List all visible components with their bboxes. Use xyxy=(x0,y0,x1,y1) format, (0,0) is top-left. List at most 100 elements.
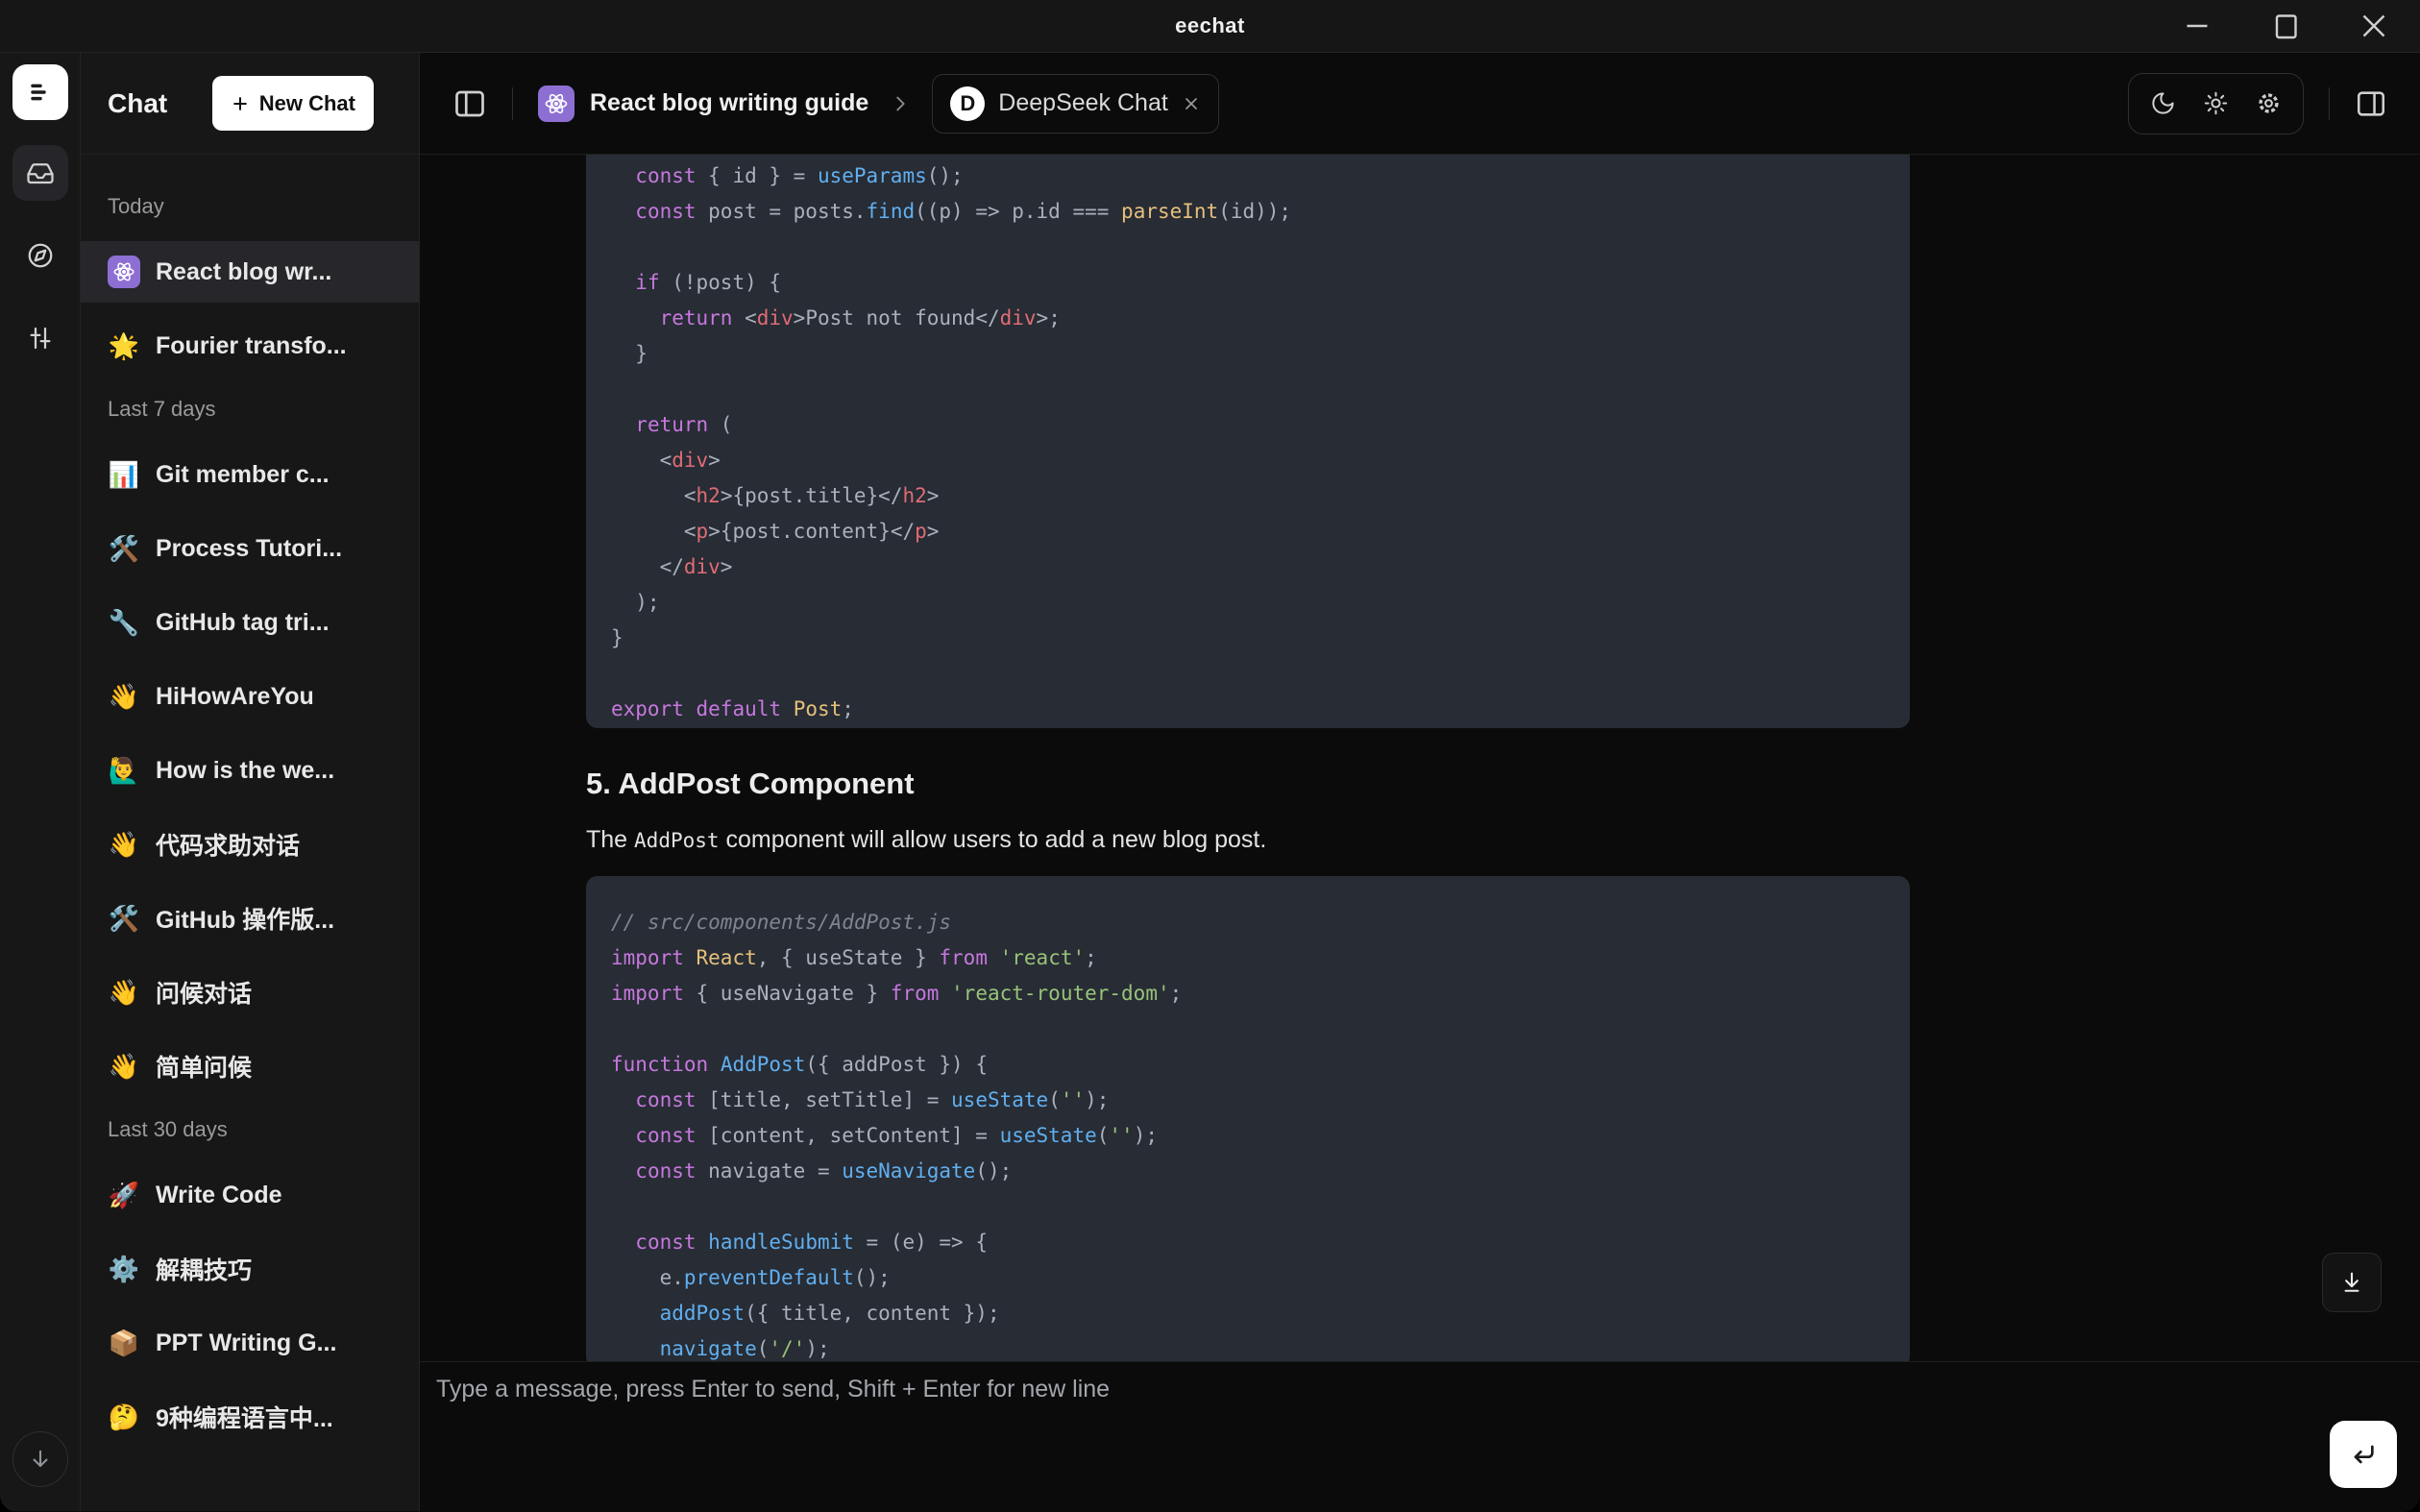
wave-emoji: 👋 xyxy=(108,830,140,860)
window-controls xyxy=(2180,0,2391,52)
close-icon xyxy=(1182,94,1201,113)
model-tab-close-button[interactable] xyxy=(1182,94,1201,113)
chat-history-item[interactable]: 🛠️Process Tutori... xyxy=(81,518,419,579)
light-theme-button[interactable] xyxy=(2203,90,2229,116)
code-line: e.preventDefault(); xyxy=(611,1260,1885,1296)
section-label: Last 7 days xyxy=(108,396,419,423)
chat-history-item[interactable]: React blog wr... xyxy=(81,241,419,303)
panel-right-icon xyxy=(2355,87,2387,120)
code-line: } xyxy=(611,336,1885,372)
dark-theme-button[interactable] xyxy=(2150,90,2176,116)
code-line xyxy=(611,1012,1885,1047)
section-label: Last 30 days xyxy=(108,1116,419,1143)
titlebar: eechat xyxy=(0,0,2420,53)
sidebar-scroll-down-button[interactable] xyxy=(12,1431,68,1487)
main-topbar: React blog writing guide D DeepSeek Chat xyxy=(420,53,2420,155)
sun-icon xyxy=(2203,90,2229,116)
code-line xyxy=(611,372,1885,407)
gear-emoji: ⚙️ xyxy=(108,1255,140,1284)
download-arrow-icon xyxy=(2338,1269,2365,1296)
sidebar-item-chats[interactable] xyxy=(12,145,68,201)
chat-history-item[interactable]: 👋HiHowAreYou xyxy=(81,666,419,727)
chat-history-item[interactable]: 🚀Write Code xyxy=(81,1164,419,1226)
rocket-emoji: 🚀 xyxy=(108,1181,140,1210)
chat-history-item[interactable]: 🌟Fourier transfo... xyxy=(81,315,419,377)
chat-item-label: Process Tutori... xyxy=(156,535,342,563)
chat-history-item[interactable]: 🛠️GitHub 操作版... xyxy=(81,888,419,949)
send-button[interactable] xyxy=(2330,1421,2397,1488)
hammer-wrench-emoji: 🛠️ xyxy=(108,904,140,934)
theme-toggle-group xyxy=(2128,73,2304,134)
notes-lines-icon xyxy=(25,77,56,108)
code-line: </div> xyxy=(611,549,1885,585)
code-line: navigate('/'); xyxy=(611,1331,1885,1361)
panel-left-icon xyxy=(452,86,487,121)
code-line: const [title, setTitle] = useState(''); xyxy=(611,1083,1885,1118)
inline-code: AddPost xyxy=(634,829,720,852)
new-chat-label: New Chat xyxy=(259,91,355,116)
minimize-button[interactable] xyxy=(2180,9,2214,43)
chat-history-item[interactable]: ⚙️解耦技巧 xyxy=(81,1238,419,1300)
chat-history-item[interactable]: 👋代码求助对话 xyxy=(81,814,419,875)
chat-item-label: 9种编程语言中... xyxy=(156,1400,333,1434)
plus-icon xyxy=(231,94,250,113)
chat-item-label: Git member c... xyxy=(156,461,330,489)
wave-emoji: 👋 xyxy=(108,978,140,1008)
chat-scroll-area[interactable]: const { id } = useParams(); const post =… xyxy=(420,155,2420,1361)
new-chat-button[interactable]: New Chat xyxy=(212,76,374,131)
system-theme-button[interactable] xyxy=(2256,90,2282,116)
chat-item-label: PPT Writing G... xyxy=(156,1329,336,1357)
code-line: const handleSubmit = (e) => { xyxy=(611,1225,1885,1260)
code-line: // src/components/AddPost.js xyxy=(611,905,1885,940)
close-icon xyxy=(2357,9,2391,43)
deepseek-avatar: D xyxy=(950,86,985,121)
chat-item-label: HiHowAreYou xyxy=(156,683,314,711)
chat-history-item[interactable]: 🙋‍♂️How is the we... xyxy=(81,740,419,801)
scroll-to-bottom-button[interactable] xyxy=(2322,1253,2382,1312)
chat-history-list: TodayReact blog wr...🌟Fourier transfo...… xyxy=(81,155,419,1511)
message-input[interactable] xyxy=(436,1376,2261,1491)
sidebar: Chat New Chat TodayReact blog wr...🌟Four… xyxy=(81,53,420,1511)
code-line: <p>{post.content}</p> xyxy=(611,514,1885,549)
paragraph-text: component will allow users to add a new … xyxy=(720,826,1267,853)
window-title: eechat xyxy=(1175,13,1245,38)
chat-item-label: Fourier transfo... xyxy=(156,332,347,360)
breadcrumb-chat-title: React blog writing guide xyxy=(590,89,868,117)
chat-history-item[interactable]: 👋 简单问候 xyxy=(81,1036,419,1097)
chat-item-label: 简单问候 xyxy=(156,1049,252,1084)
close-button[interactable] xyxy=(2357,9,2391,43)
chat-icon-badge xyxy=(538,85,574,122)
code-line: if (!post) { xyxy=(611,265,1885,301)
model-tab[interactable]: D DeepSeek Chat xyxy=(932,74,1219,134)
wave-emoji: 👋 xyxy=(108,1052,140,1082)
code-line: const { id } = useParams(); xyxy=(611,159,1885,194)
chevron-right-icon xyxy=(890,93,911,114)
chat-history-item[interactable]: 📊Git member c... xyxy=(81,444,419,505)
sidebar-title: Chat xyxy=(108,88,167,119)
toggle-sidebar-button[interactable] xyxy=(452,86,487,121)
chat-history-item[interactable]: 📦PPT Writing G... xyxy=(81,1312,419,1374)
chat-history-item[interactable]: 👋问候对话 xyxy=(81,962,419,1023)
code-line: import React, { useState } from 'react'; xyxy=(611,940,1885,976)
paragraph-text: The xyxy=(586,826,634,853)
code-line: } xyxy=(611,621,1885,656)
topbar-right xyxy=(2128,73,2387,134)
wrench-emoji: 🔧 xyxy=(108,608,140,638)
chat-history-item[interactable]: 🔧GitHub tag tri... xyxy=(81,592,419,653)
code-line: import { useNavigate } from 'react-route… xyxy=(611,976,1885,1012)
code-line: <h2>{post.title}</h2> xyxy=(611,478,1885,514)
react-atom-icon xyxy=(543,90,570,117)
toggle-right-panel-button[interactable] xyxy=(2355,87,2387,120)
breadcrumb xyxy=(890,93,911,114)
maximize-button[interactable] xyxy=(2268,9,2303,43)
compass-icon xyxy=(26,241,55,270)
chat-history-item[interactable]: 🤔9种编程语言中... xyxy=(81,1386,419,1448)
composer xyxy=(420,1361,2420,1511)
chat-item-label: How is the we... xyxy=(156,757,334,785)
sidebar-item-discover[interactable] xyxy=(12,228,68,283)
app-logo[interactable] xyxy=(12,64,68,120)
minimize-icon xyxy=(2180,9,2214,43)
return-icon xyxy=(2348,1439,2379,1470)
sidebar-item-settings[interactable] xyxy=(12,310,68,366)
code-line: const post = posts.find((p) => p.id === … xyxy=(611,194,1885,230)
